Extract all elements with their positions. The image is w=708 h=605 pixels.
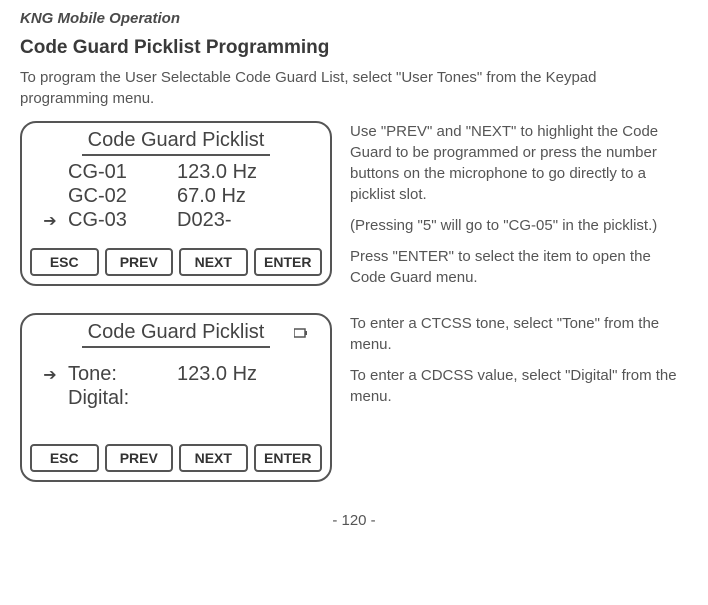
code-value: 67.0 Hz bbox=[177, 185, 312, 208]
instruction-text: (Pressing "5" will go to "CG-05" in the … bbox=[350, 215, 688, 236]
battery-icon bbox=[294, 325, 308, 343]
screen-title: Code Guard Picklist bbox=[82, 129, 271, 156]
option-label: Digital: bbox=[62, 387, 177, 410]
code-label: CG-01 bbox=[62, 161, 177, 184]
intro-text: To program the User Selectable Code Guar… bbox=[20, 67, 688, 109]
picklist-row[interactable]: GC-02 67.0 Hz bbox=[38, 185, 312, 208]
next-button[interactable]: NEXT bbox=[179, 444, 248, 472]
screen-body: ➔ Tone: 123.0 Hz Digital: bbox=[22, 348, 330, 438]
enter-button[interactable]: ENTER bbox=[254, 248, 323, 276]
device-screen-2: Code Guard Picklist ➔ Tone: 123.0 Hz Dig… bbox=[20, 313, 332, 482]
next-button[interactable]: NEXT bbox=[179, 248, 248, 276]
picklist-row[interactable]: Digital: bbox=[38, 387, 312, 410]
instruction-text: Press "ENTER" to select the item to open… bbox=[350, 246, 688, 288]
option-value: 123.0 Hz bbox=[177, 363, 312, 386]
selection-arrow-icon: ➔ bbox=[38, 365, 62, 385]
manual-header: KNG Mobile Operation bbox=[20, 10, 688, 27]
button-row: ESC PREV NEXT ENTER bbox=[22, 438, 330, 480]
device-screen-1: Code Guard Picklist CG-01 123.0 Hz GC-02… bbox=[20, 121, 332, 286]
page-number: - 120 - bbox=[20, 512, 688, 529]
code-label: GC-02 bbox=[62, 185, 177, 208]
code-label: CG-03 bbox=[62, 209, 177, 232]
instruction-text: To enter a CTCSS tone, select "Tone" fro… bbox=[350, 313, 688, 355]
enter-button[interactable]: ENTER bbox=[254, 444, 323, 472]
instruction-text: To enter a CDCSS value, select "Digital"… bbox=[350, 365, 688, 407]
esc-button[interactable]: ESC bbox=[30, 248, 99, 276]
picklist-row[interactable]: ➔ CG-03 D023- bbox=[38, 209, 312, 232]
row-screen-1: Code Guard Picklist CG-01 123.0 Hz GC-02… bbox=[20, 121, 688, 298]
code-value: 123.0 Hz bbox=[177, 161, 312, 184]
selection-arrow-icon: ➔ bbox=[38, 211, 62, 231]
option-label: Tone: bbox=[62, 363, 177, 386]
prev-button[interactable]: PREV bbox=[105, 248, 174, 276]
instruction-text: Use "PREV" and "NEXT" to highlight the C… bbox=[350, 121, 688, 205]
code-value: D023- bbox=[177, 209, 312, 232]
screen-title: Code Guard Picklist bbox=[82, 321, 271, 348]
section-title: Code Guard Picklist Programming bbox=[20, 37, 688, 59]
button-row: ESC PREV NEXT ENTER bbox=[22, 242, 330, 284]
row-screen-2: Code Guard Picklist ➔ Tone: 123.0 Hz Dig… bbox=[20, 313, 688, 482]
picklist-row[interactable]: CG-01 123.0 Hz bbox=[38, 161, 312, 184]
screen-body: CG-01 123.0 Hz GC-02 67.0 Hz ➔ CG-03 D02… bbox=[22, 156, 330, 242]
side-instructions-1: Use "PREV" and "NEXT" to highlight the C… bbox=[350, 121, 688, 298]
esc-button[interactable]: ESC bbox=[30, 444, 99, 472]
picklist-row[interactable]: ➔ Tone: 123.0 Hz bbox=[38, 363, 312, 386]
side-instructions-2: To enter a CTCSS tone, select "Tone" fro… bbox=[350, 313, 688, 417]
prev-button[interactable]: PREV bbox=[105, 444, 174, 472]
screen-title-row: Code Guard Picklist bbox=[22, 315, 330, 348]
screen-title-row: Code Guard Picklist bbox=[22, 123, 330, 156]
